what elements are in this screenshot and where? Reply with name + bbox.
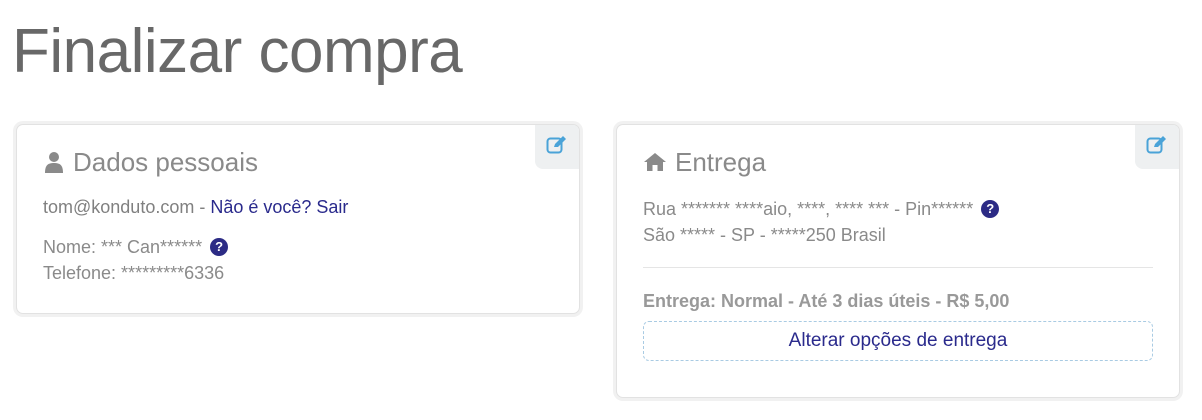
home-icon	[643, 152, 667, 172]
delivery-summary: Entrega: Normal - Até 3 dias úteis - R$ …	[643, 291, 1010, 311]
user-icon	[43, 151, 65, 173]
address-text-1: Rua ******* ****aio, ****, **** *** - Pi…	[643, 199, 974, 219]
phone-line: Telefone: *********6336	[43, 261, 224, 285]
address-text-2: São ***** - SP - *****250 Brasil	[643, 225, 886, 245]
name-line: Nome: *** Can****** ?	[43, 235, 229, 259]
name-text: Nome: *** Can******	[43, 237, 203, 257]
personal-data-card: Dados pessoais tom@konduto.com - Não é v…	[16, 124, 580, 314]
edit-icon	[546, 135, 568, 160]
email-line: tom@konduto.com - Não é você? Sair	[43, 195, 348, 219]
edit-delivery-button[interactable]	[1135, 125, 1179, 169]
phone-text: Telefone: *********6336	[43, 263, 225, 283]
edit-personal-button[interactable]	[535, 125, 579, 169]
personal-data-title: Dados pessoais	[73, 147, 258, 177]
personal-data-heading: Dados pessoais	[43, 145, 258, 179]
edit-icon	[1146, 135, 1168, 160]
address-line-1: Rua ******* ****aio, ****, **** *** - Pi…	[643, 197, 1000, 221]
page-title: Finalizar compra	[12, 17, 463, 86]
divider	[643, 267, 1153, 268]
change-delivery-options-button[interactable]: Alterar opções de entrega	[643, 321, 1153, 361]
delivery-heading: Entrega	[643, 145, 766, 179]
help-icon[interactable]: ?	[981, 200, 1000, 218]
address-line-2: São ***** - SP - *****250 Brasil	[643, 223, 886, 247]
help-icon[interactable]: ?	[210, 238, 229, 256]
email-separator: -	[194, 197, 211, 217]
email-text: tom@konduto.com	[43, 197, 195, 217]
delivery-card: Entrega Rua ******* ****aio, ****, **** …	[616, 124, 1180, 398]
change-delivery-options-label: Alterar opções de entrega	[788, 330, 1008, 351]
delivery-title: Entrega	[675, 147, 767, 177]
not-you-logout-link[interactable]: Não é você? Sair	[210, 197, 348, 217]
